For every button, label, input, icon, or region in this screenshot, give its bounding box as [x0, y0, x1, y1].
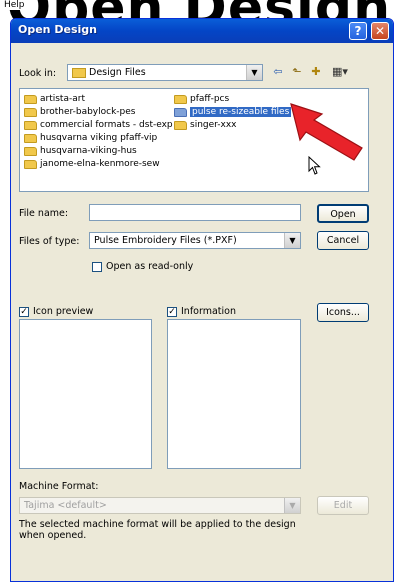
- list-item[interactable]: commercial formats - dst-exp: [24, 119, 173, 132]
- icon-preview-label: Icon preview: [33, 306, 94, 317]
- folder-icon: [24, 160, 37, 169]
- open-readonly-checkbox[interactable]: [92, 262, 102, 272]
- list-item[interactable]: husqvarna-viking-hus: [24, 145, 137, 158]
- folder-icon: [24, 108, 37, 117]
- chevron-down-icon[interactable]: ▼: [246, 65, 262, 80]
- chevron-down-icon: ▼: [284, 498, 300, 513]
- information-label: Information: [181, 306, 236, 317]
- view-menu-icon[interactable]: ▦▾: [329, 65, 351, 79]
- mouse-cursor-icon: [308, 156, 321, 175]
- up-folder-icon[interactable]: ⬑: [289, 65, 305, 79]
- folder-icon: [24, 147, 37, 156]
- look-in-select[interactable]: Design Files ▼: [67, 64, 263, 81]
- folder-icon: [174, 95, 187, 104]
- information-checkbox[interactable]: ✓: [167, 307, 177, 317]
- file-name-input[interactable]: [89, 204, 301, 221]
- information-panel: [167, 319, 301, 469]
- list-item[interactable]: artista-art: [24, 93, 85, 106]
- folder-icon: [72, 67, 86, 78]
- folder-icon: [24, 95, 37, 104]
- new-folder-icon[interactable]: ✚: [308, 65, 324, 79]
- files-of-type-select[interactable]: Pulse Embroidery Files (*.PXF) ▼: [89, 232, 301, 249]
- machine-format-select[interactable]: Tajima <default> ▼: [19, 497, 301, 514]
- machine-format-note: The selected machine format will be appl…: [19, 519, 296, 541]
- chevron-down-icon[interactable]: ▼: [284, 233, 300, 248]
- icons-button[interactable]: Icons...: [317, 303, 369, 322]
- list-item[interactable]: singer-xxx: [174, 119, 237, 132]
- dialog-content: Look in: Design Files ▼ ⇦ ⬑ ✚ ▦▾ artista…: [0, 0, 398, 586]
- red-arrow-icon: [290, 103, 363, 161]
- icon-preview-panel: [19, 319, 152, 469]
- files-of-type-value: Pulse Embroidery Files (*.PXF): [94, 235, 237, 246]
- list-item[interactable]: husqvarna viking pfaff-vip: [24, 132, 157, 145]
- look-in-label: Look in:: [19, 68, 57, 79]
- look-in-value: Design Files: [89, 67, 146, 78]
- files-of-type-label: Files of type:: [19, 236, 80, 247]
- edit-button: Edit: [317, 496, 369, 515]
- machine-format-label: Machine Format:: [19, 481, 99, 492]
- folder-icon: [174, 108, 187, 117]
- machine-format-value: Tajima <default>: [24, 500, 107, 511]
- folder-icon: [24, 121, 37, 130]
- open-button[interactable]: Open: [317, 204, 369, 223]
- icon-preview-checkbox[interactable]: ✓: [19, 307, 29, 317]
- cancel-button[interactable]: Cancel: [317, 231, 369, 250]
- list-item-selected[interactable]: pulse re-sizeable files: [174, 106, 292, 119]
- list-item[interactable]: janome-elna-kenmore-sew: [24, 158, 160, 171]
- open-readonly-label: Open as read-only: [106, 261, 194, 272]
- folder-icon: [24, 134, 37, 143]
- back-arrow-icon[interactable]: ⇦: [270, 65, 286, 79]
- folder-icon: [174, 121, 187, 130]
- file-name-label: File name:: [19, 208, 69, 219]
- list-item[interactable]: brother-babylock-pes: [24, 106, 135, 119]
- list-item[interactable]: pfaff-pcs: [174, 93, 229, 106]
